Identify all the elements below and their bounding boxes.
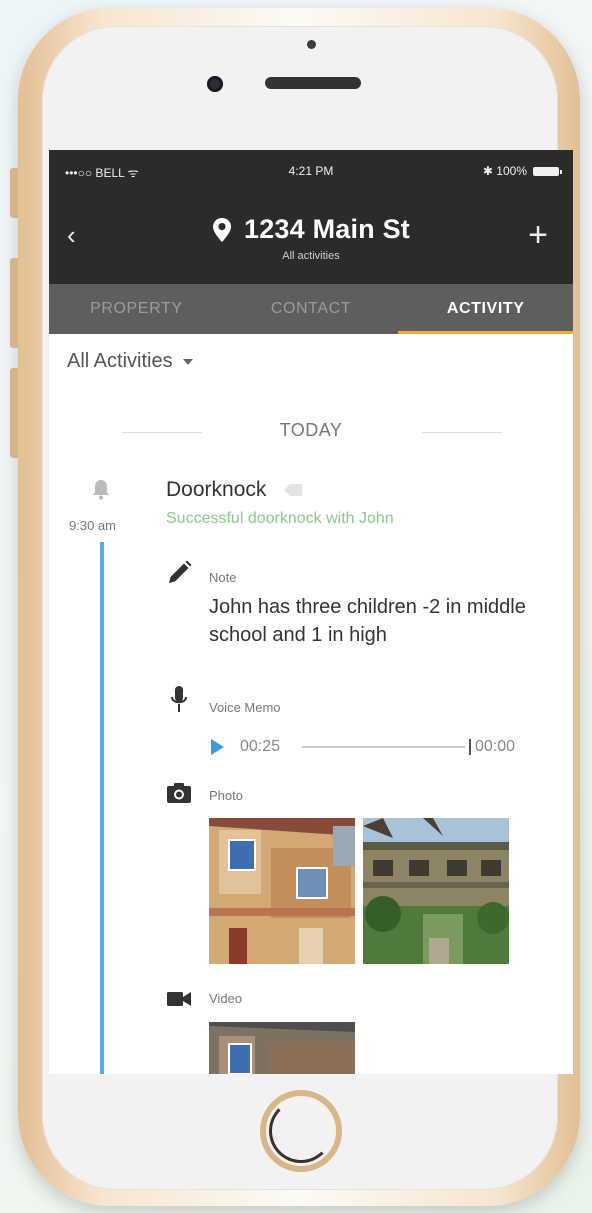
nav-title-group: 1234 Main St All activities xyxy=(49,214,573,262)
house-photo-image xyxy=(209,818,355,964)
battery-icon xyxy=(533,166,562,176)
proximity-sensor xyxy=(307,40,316,49)
front-camera xyxy=(207,76,223,92)
audio-total: 00:00 xyxy=(474,738,515,755)
location-pin-icon xyxy=(213,217,231,242)
volume-up-button xyxy=(10,258,18,348)
timeline-line xyxy=(100,542,104,1074)
microphone-icon xyxy=(171,686,187,712)
pencil-icon xyxy=(169,560,192,583)
tag-icon xyxy=(284,484,303,496)
video-thumbnail[interactable] xyxy=(209,1022,355,1074)
house-photo-image xyxy=(363,818,509,964)
tab-bar: PROPERTY CONTACT ACTIVITY xyxy=(49,284,573,334)
video-thumbnail-image xyxy=(209,1022,355,1074)
voice-memo-label: Voice Memo xyxy=(209,700,281,715)
activity-title-text: Doorknock xyxy=(166,478,267,501)
bell-icon xyxy=(93,480,109,500)
house-photo-thumbnail[interactable] xyxy=(209,818,355,964)
note-text: John has three children -2 in middle sch… xyxy=(209,596,526,646)
play-icon[interactable] xyxy=(211,739,224,755)
video-camera-icon xyxy=(167,992,191,1006)
nav-bar: ‹ 1234 Main St All activities + xyxy=(49,192,573,284)
voice-memo-player: 00:25 00:00 xyxy=(211,736,515,758)
battery-percent: ✱ 100% xyxy=(482,164,527,178)
activity-filter-dropdown[interactable]: All Activities xyxy=(67,350,193,373)
add-activity-button[interactable]: + xyxy=(523,216,553,256)
activity-title[interactable]: Doorknock xyxy=(166,478,304,502)
audio-scrub-handle[interactable] xyxy=(468,739,471,755)
caret-down-icon xyxy=(182,358,193,365)
camera-icon xyxy=(167,783,191,803)
day-label: TODAY xyxy=(279,420,343,440)
home-button[interactable] xyxy=(260,1090,342,1172)
volume-down-button xyxy=(10,368,18,458)
audio-elapsed: 00:25 xyxy=(240,738,281,755)
tab-contact[interactable]: CONTACT xyxy=(224,284,399,334)
house-photo-thumbnail[interactable] xyxy=(363,818,509,964)
day-separator: TODAY xyxy=(49,420,573,444)
note-label: Note xyxy=(209,570,237,585)
filter-label: All Activities xyxy=(67,350,173,372)
battery-status: ✱ 100% xyxy=(482,164,562,178)
mute-switch xyxy=(10,168,18,218)
earpiece-speaker xyxy=(265,77,361,89)
separator-line-right xyxy=(422,432,502,433)
photo-label: Photo xyxy=(209,788,243,803)
tab-property[interactable]: PROPERTY xyxy=(49,284,224,334)
audio-progress-track[interactable] xyxy=(302,746,465,748)
activity-time: 9:30 am xyxy=(69,518,116,533)
video-label: Video xyxy=(209,991,243,1006)
page-subtitle: All activities xyxy=(282,249,340,262)
page-title: 1234 Main St xyxy=(244,214,410,244)
tab-activity[interactable]: ACTIVITY xyxy=(398,284,573,334)
app-screen: •••○○ BELL ᯤ 4:21 PM ✱ 100% ‹ 1234 Main … xyxy=(49,150,573,1074)
activity-description: Successful doorknock with John xyxy=(166,510,394,527)
status-bar: •••○○ BELL ᯤ 4:21 PM ✱ 100% xyxy=(49,150,573,192)
